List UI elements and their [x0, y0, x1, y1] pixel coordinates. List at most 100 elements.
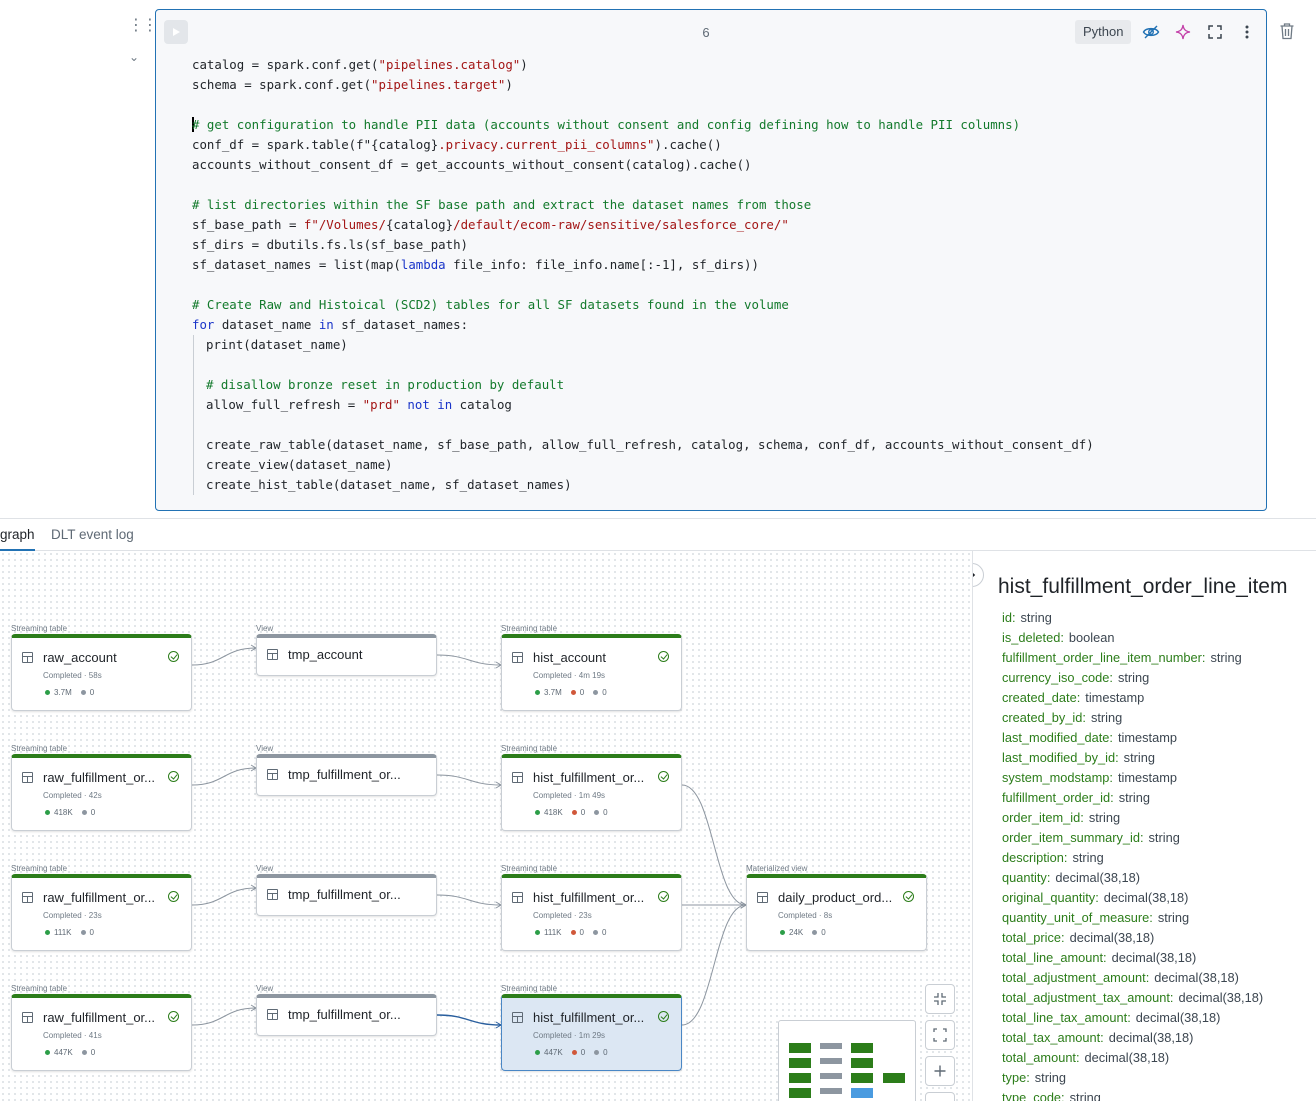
table-icon	[512, 1012, 523, 1023]
graph-node-table[interactable]: raw_fulfillment_or... Completed · 23s 111K…	[11, 874, 192, 951]
column-type: decimal(38,18)	[1103, 890, 1189, 905]
code-token: )	[520, 57, 528, 72]
column-name: fulfillment_order_id:	[1002, 790, 1114, 805]
status-dot-icon	[80, 930, 86, 935]
table-icon	[267, 649, 278, 660]
indent-guide: allow_full_refresh = "prd" not in catalo…	[193, 395, 512, 415]
pipeline-graph[interactable]: Streaming table raw_account Completed · 58…	[0, 551, 972, 1101]
code-token: # get configuration to handle PII data (…	[192, 117, 1021, 132]
code-line	[192, 415, 1094, 435]
graph-edge	[681, 904, 747, 1026]
status-dot-icon	[570, 690, 576, 695]
column-type: string	[1117, 670, 1150, 685]
node-stat: 0	[571, 808, 585, 817]
code-line: schema = spark.conf.get("pipelines.targe…	[192, 75, 1094, 95]
play-icon	[173, 28, 180, 36]
node-type-label: Streaming table	[501, 624, 558, 633]
column-name: type:	[1002, 1070, 1030, 1085]
drag-handle-icon[interactable]: ⋮⋮	[128, 18, 158, 34]
tab-dlt-event-log[interactable]: DLT event log	[51, 527, 134, 542]
assistant-button[interactable]	[1171, 20, 1195, 44]
expand-button[interactable]	[1203, 20, 1227, 44]
status-dot-icon	[535, 930, 540, 935]
graph-node-table[interactable]: hist_fulfillment_or... Completed · 23s 111…	[501, 874, 682, 951]
code-token: # Create Raw and Histoical (SCD2) tables…	[192, 297, 789, 312]
run-cell-button[interactable]	[164, 20, 188, 44]
node-title: raw_fulfillment_or...	[43, 770, 155, 785]
column-name: original_quantity:	[1002, 890, 1099, 905]
cell-gutter: ⋮⋮ ⌄	[124, 18, 158, 78]
status-dot-icon	[594, 810, 600, 815]
sparkle-icon	[1175, 24, 1191, 40]
node-stat: 3.7M	[45, 688, 72, 697]
graph-node-view[interactable]: tmp_account	[256, 634, 437, 676]
node-title: tmp_fulfillment_or...	[288, 767, 401, 782]
node-stats: 418K 0	[45, 808, 95, 817]
code-token: # disallow bronze reset in production by…	[206, 377, 565, 392]
code-token: sf_dirs = dbutils.fs.ls(sf_base_path)	[192, 237, 469, 252]
node-title: hist_account	[533, 650, 606, 665]
graph-node-table[interactable]: raw_fulfillment_or... Completed · 41s 447K…	[11, 994, 192, 1071]
status-dot-icon	[45, 810, 50, 815]
check-circle-icon	[658, 771, 669, 782]
graph-node-view[interactable]: tmp_fulfillment_or...	[256, 994, 437, 1036]
schema-column: fulfillment_order_id: string	[1002, 788, 1263, 808]
fit-view-button[interactable]	[925, 1020, 955, 1050]
graph-minimap[interactable]	[778, 1020, 916, 1101]
graph-node-view[interactable]: tmp_fulfillment_or...	[256, 874, 437, 916]
collapse-panel-button[interactable]	[973, 563, 984, 587]
graph-node-table[interactable]: raw_account Completed · 58s 3.7M 0	[11, 634, 192, 711]
cell-menu-button[interactable]	[1235, 20, 1259, 44]
check-circle-icon	[168, 1011, 179, 1022]
graph-node-table[interactable]: hist_fulfillment_or... Completed · 1m 49s…	[501, 754, 682, 831]
code-token: print(dataset_name)	[206, 337, 348, 352]
schema-column: total_amount: decimal(38,18)	[1002, 1048, 1263, 1068]
language-selector[interactable]: Python	[1075, 20, 1132, 44]
code-token: schema = spark.conf.get(	[192, 77, 372, 92]
code-token: )	[505, 77, 513, 92]
table-icon	[22, 652, 33, 663]
column-name: created_by_id:	[1002, 710, 1086, 725]
collapse-icon	[934, 993, 946, 1005]
column-name: system_modstamp:	[1002, 770, 1113, 785]
status-dot-icon	[592, 930, 598, 935]
column-type: string	[1157, 910, 1190, 925]
stat-value: 3.7M	[544, 688, 562, 697]
collapse-graph-button[interactable]	[925, 984, 955, 1014]
column-name: total_line_amount:	[1002, 950, 1107, 965]
indent-guide	[193, 415, 206, 435]
column-name: type_code:	[1002, 1090, 1065, 1101]
graph-node-table[interactable]: hist_fulfillment_or... Completed · 1m 29s…	[501, 994, 682, 1071]
node-stats: 111K 0	[45, 928, 94, 937]
hide-code-button[interactable]	[1139, 20, 1163, 44]
stat-value: 0	[90, 808, 96, 817]
zoom-out-button[interactable]	[925, 1092, 955, 1101]
schema-column: type_code: string	[1002, 1088, 1263, 1101]
code-line: sf_dirs = dbutils.fs.ls(sf_base_path)	[192, 235, 1094, 255]
column-type: string	[1123, 750, 1155, 765]
code-line: for dataset_name in sf_dataset_names:	[192, 315, 1094, 335]
graph-node-table[interactable]: daily_product_ord... Completed · 8s 24K 0	[746, 874, 927, 951]
column-type: timestamp	[1117, 730, 1178, 745]
zoom-in-button[interactable]	[925, 1056, 955, 1086]
graph-edge	[191, 647, 257, 666]
column-name: id:	[1002, 610, 1016, 625]
code-line: # list directories within the SF base pa…	[192, 195, 1094, 215]
code-editor[interactable]: catalog = spark.conf.get("pipelines.cata…	[192, 55, 1094, 495]
check-circle-icon	[658, 651, 669, 662]
graph-node-view[interactable]: tmp_fulfillment_or...	[256, 754, 437, 796]
chevron-down-icon[interactable]: ⌄	[129, 50, 139, 64]
node-stat: 0	[570, 688, 584, 697]
indent-guide: print(dataset_name)	[193, 335, 348, 355]
cell-number: 6	[702, 25, 710, 40]
column-type: string	[1034, 1070, 1067, 1085]
notebook-cell[interactable]: 6 Python catalog = spark.conf.get("pipel	[155, 9, 1267, 511]
trash-icon	[1280, 23, 1294, 40]
delete-cell-button[interactable]	[1276, 20, 1298, 42]
code-token: not in	[399, 397, 453, 412]
graph-node-table[interactable]: hist_account Completed · 4m 19s 3.7M 0 0	[501, 634, 682, 711]
column-type: timestamp	[1085, 690, 1145, 705]
tab-graph[interactable]: graph	[0, 527, 35, 542]
graph-node-table[interactable]: raw_fulfillment_or... Completed · 42s 418K…	[11, 754, 192, 831]
graph-edge	[436, 1014, 502, 1026]
